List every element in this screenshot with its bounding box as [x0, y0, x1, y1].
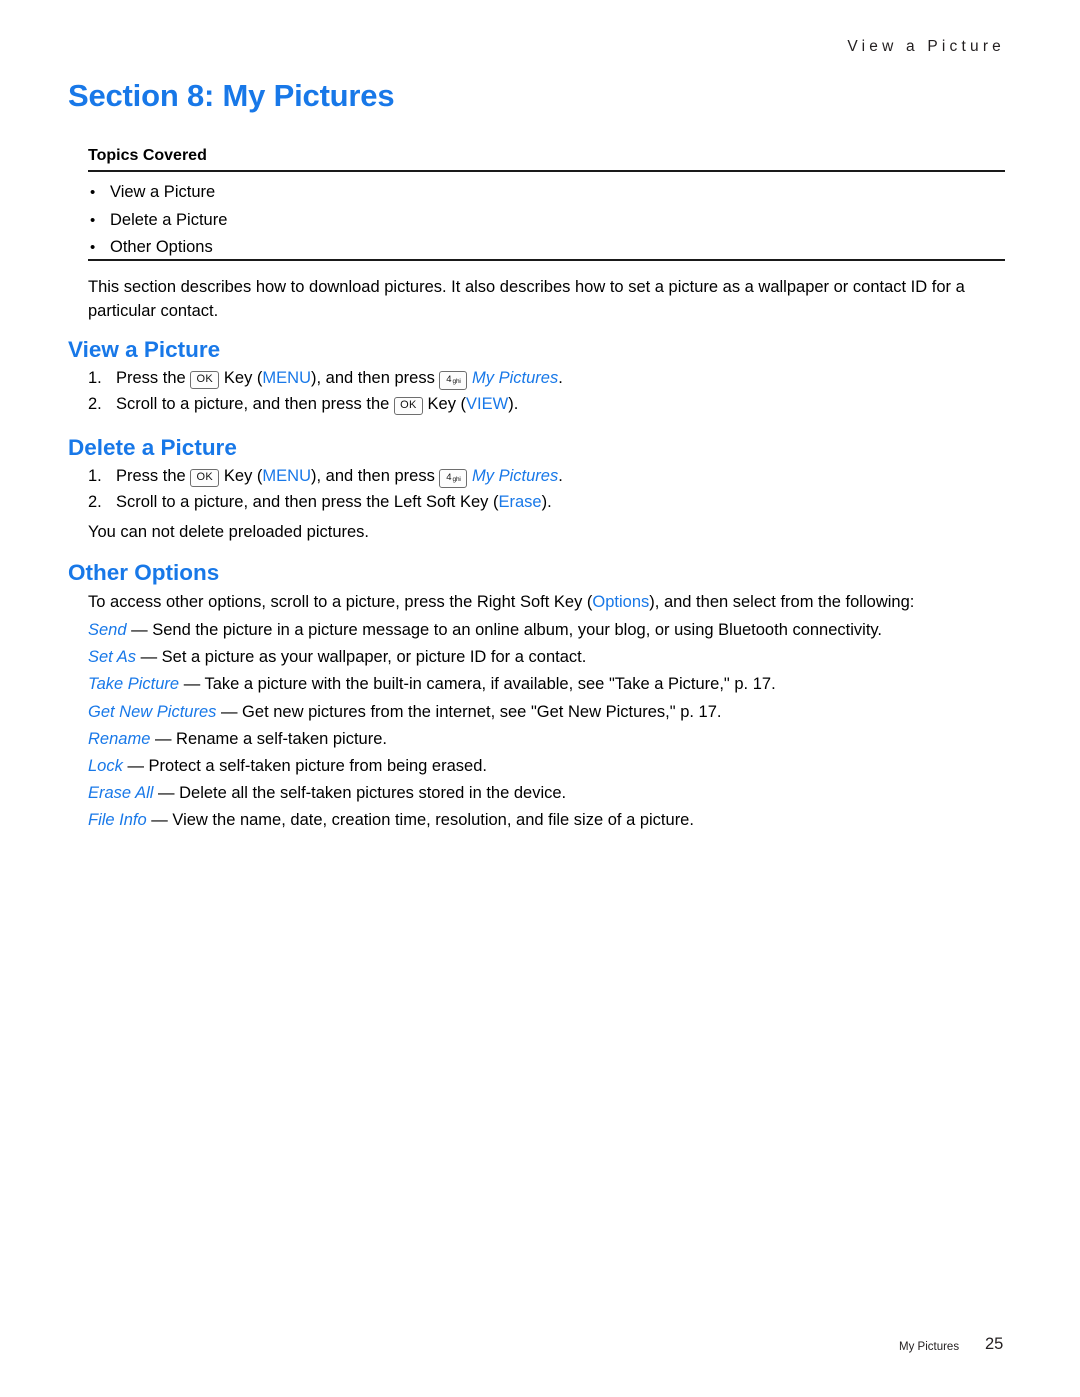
running-header: View a Picture	[847, 38, 1005, 55]
step-number: 2.	[88, 493, 102, 511]
option-term: Rename	[88, 729, 151, 748]
option-term: Lock	[88, 757, 123, 776]
list-item-label: Other Options	[110, 238, 213, 256]
step-text: Key (	[223, 467, 263, 485]
ok-key-icon: OK	[190, 468, 220, 487]
footer-section-label: My Pictures	[899, 1341, 960, 1353]
step-item: 2. Scroll to a picture, and then press th…	[88, 489, 1005, 515]
list-item: Erase All — Delete all the self-taken pi…	[88, 780, 1018, 807]
document-page: View a Picture Section 8: My Pictures To…	[0, 0, 1080, 1397]
option-term: Get New Pictures	[88, 702, 217, 721]
intro-paragraph: This section describes how to download p…	[88, 278, 965, 320]
bullet-icon: •	[90, 211, 96, 229]
ok-key-icon: OK	[393, 396, 423, 415]
option-description: — Rename a self-taken picture.	[154, 729, 387, 748]
page-title: Section 8: My Pictures	[68, 78, 395, 113]
step-text: Press the	[116, 467, 186, 485]
list-item-label: Delete a Picture	[110, 210, 228, 229]
list-item: Take Picture — Take a picture with the b…	[88, 671, 1018, 698]
option-term: Set As	[88, 648, 136, 667]
heading-other-options: Other Options	[68, 560, 220, 585]
list-item: • Other Options	[88, 234, 1005, 262]
step-text: ).	[541, 493, 552, 511]
list-item: Set As — Set a picture as your wallpaper…	[88, 644, 1018, 671]
option-description: — Protect a self-taken picture from bein…	[127, 757, 487, 776]
step-text: Scroll to a picture, and then press the …	[116, 493, 499, 511]
footer-page-number: 25	[985, 1335, 1004, 1353]
other-options-intro: To access other options, scroll to a pic…	[88, 590, 1018, 614]
option-description: — Send the picture in a picture message …	[131, 621, 883, 639]
intro-text: To access other options, scroll to a pic…	[88, 593, 593, 611]
delete-picture-note: You can not delete preloaded pictures.	[88, 523, 370, 541]
step-item: 1. Press the OK Key (MENU), and then pre…	[88, 365, 1005, 391]
view-picture-steps: 1. Press the OK Key (MENU), and then pre…	[88, 365, 1005, 417]
heading-delete-a-picture: Delete a Picture	[68, 435, 237, 460]
step-number: 2.	[88, 395, 102, 413]
list-item: Send — Send the picture in a picture mes…	[88, 617, 1018, 644]
erase-action-label: Erase	[498, 493, 542, 511]
list-item: Rename — Rename a self-taken picture.	[88, 726, 1018, 753]
step-text: ).	[508, 395, 519, 413]
topics-rule-top	[88, 170, 1005, 172]
step-item: 2. Scroll to a picture, and then press t…	[88, 391, 1005, 417]
heading-view-a-picture: View a Picture	[68, 337, 221, 362]
option-description: — Take a picture with the built-in camer…	[183, 675, 776, 694]
option-term: Send	[88, 621, 127, 639]
menu-action-label: MENU	[262, 467, 311, 485]
list-item: File Info — View the name, date, creatio…	[88, 807, 1018, 834]
option-term: Erase All	[88, 784, 154, 803]
step-text: ), and then press	[311, 369, 435, 387]
option-description: — View the name, date, creation time, re…	[151, 811, 694, 830]
four-ghi-key-icon: 4ghi	[439, 469, 468, 488]
list-item: • Delete a Picture	[88, 207, 1005, 235]
option-term: Take Picture	[88, 675, 180, 694]
step-text: Key (	[427, 395, 467, 413]
step-text: .	[558, 467, 563, 485]
step-text: .	[558, 369, 563, 387]
step-number: 1.	[88, 369, 102, 387]
four-ghi-key-icon: 4ghi	[439, 371, 468, 390]
menu-target-label: My Pictures	[472, 467, 559, 485]
step-text: ), and then press	[311, 467, 435, 485]
step-text: Scroll to a picture, and then press the	[116, 395, 390, 413]
step-text: Key (	[223, 369, 263, 387]
option-description: — Set a picture as your wallpaper, or pi…	[140, 648, 587, 667]
bullet-icon: •	[90, 184, 96, 201]
ok-key-icon: OK	[190, 370, 220, 389]
list-item: Get New Pictures — Get new pictures from…	[88, 699, 1018, 726]
option-term: File Info	[88, 811, 147, 830]
menu-action-label: MENU	[262, 369, 311, 387]
options-action-label: Options	[592, 593, 650, 611]
step-number: 1.	[88, 467, 102, 485]
option-description: — Get new pictures from the internet, se…	[220, 702, 722, 721]
delete-picture-steps: 1. Press the OK Key (MENU), and then pre…	[88, 463, 1005, 515]
step-item: 1. Press the OK Key (MENU), and then pre…	[88, 463, 1005, 489]
step-text: Press the	[116, 369, 186, 387]
list-item: • View a Picture	[88, 179, 1005, 207]
bullet-icon: •	[90, 239, 96, 256]
other-options-list: Send — Send the picture in a picture mes…	[88, 617, 1018, 835]
list-item: Lock — Protect a self-taken picture from…	[88, 753, 1018, 780]
view-action-label: VIEW	[466, 395, 509, 413]
topics-covered-label: Topics Covered	[88, 147, 207, 164]
intro-text: ), and then select from the following:	[649, 593, 915, 611]
topics-rule-bottom	[88, 259, 1005, 261]
menu-target-label: My Pictures	[472, 369, 559, 387]
topics-list: • View a Picture • Delete a Picture • Ot…	[88, 179, 1005, 262]
list-item-label: View a Picture	[110, 183, 216, 201]
option-description: — Delete all the self-taken pictures sto…	[158, 784, 567, 803]
